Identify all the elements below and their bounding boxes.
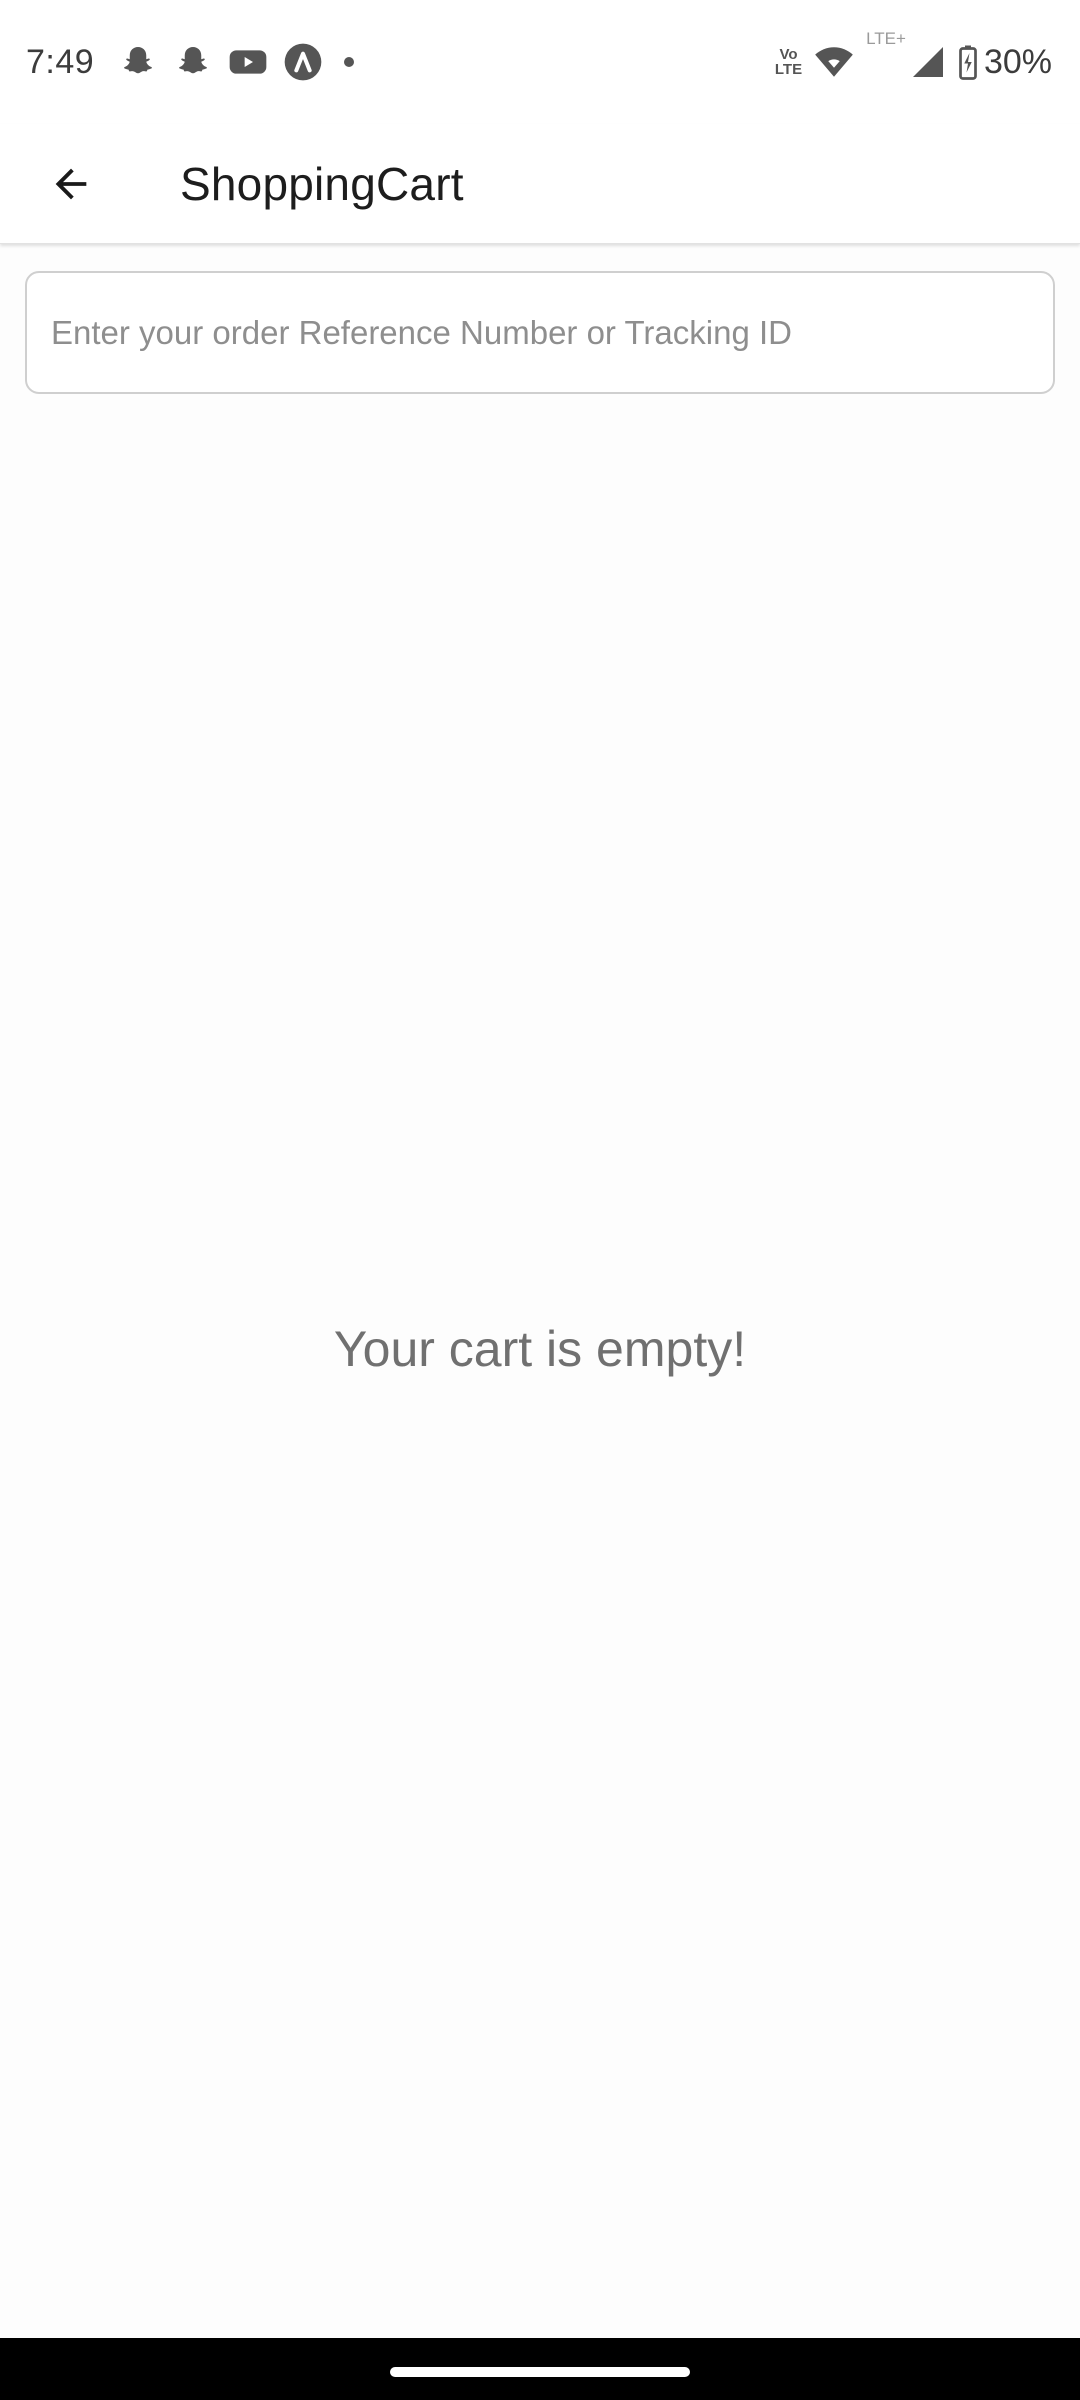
status-left: 7:49 [26,42,355,82]
empty-cart-message: Your cart is empty! [333,1321,747,1377]
page-title: ShoppingCart [180,157,464,210]
signal-icon [910,44,946,80]
arrow-back-icon [55,168,87,199]
app-a-icon [283,42,323,82]
app-bar: ShoppingCart [0,124,1080,244]
navigation-bar [0,2338,1080,2400]
screen: 7:49 Vo LTE LTE+ 30% ShoppingCart Enter … [0,0,1080,2400]
status-time: 7:49 [26,42,95,81]
order-tracking-input[interactable] [27,273,1053,392]
home-indicator[interactable] [390,2367,690,2377]
battery-icon [958,44,978,80]
youtube-icon [228,42,268,82]
snapchat-icon [118,42,158,82]
more-dot-icon [344,57,355,67]
volte-icon: Vo LTE [774,46,803,78]
battery-percent: 30% [983,42,1052,81]
status-bar: 7:49 Vo LTE LTE+ 30% [0,0,1080,124]
status-right: Vo LTE LTE+ 30% [774,29,1052,82]
network-type-label: LTE+ [866,28,906,48]
order-tracking-field[interactable] [25,271,1055,394]
wifi-icon [814,44,854,80]
snapchat-icon [173,42,213,82]
back-button[interactable] [26,139,116,229]
